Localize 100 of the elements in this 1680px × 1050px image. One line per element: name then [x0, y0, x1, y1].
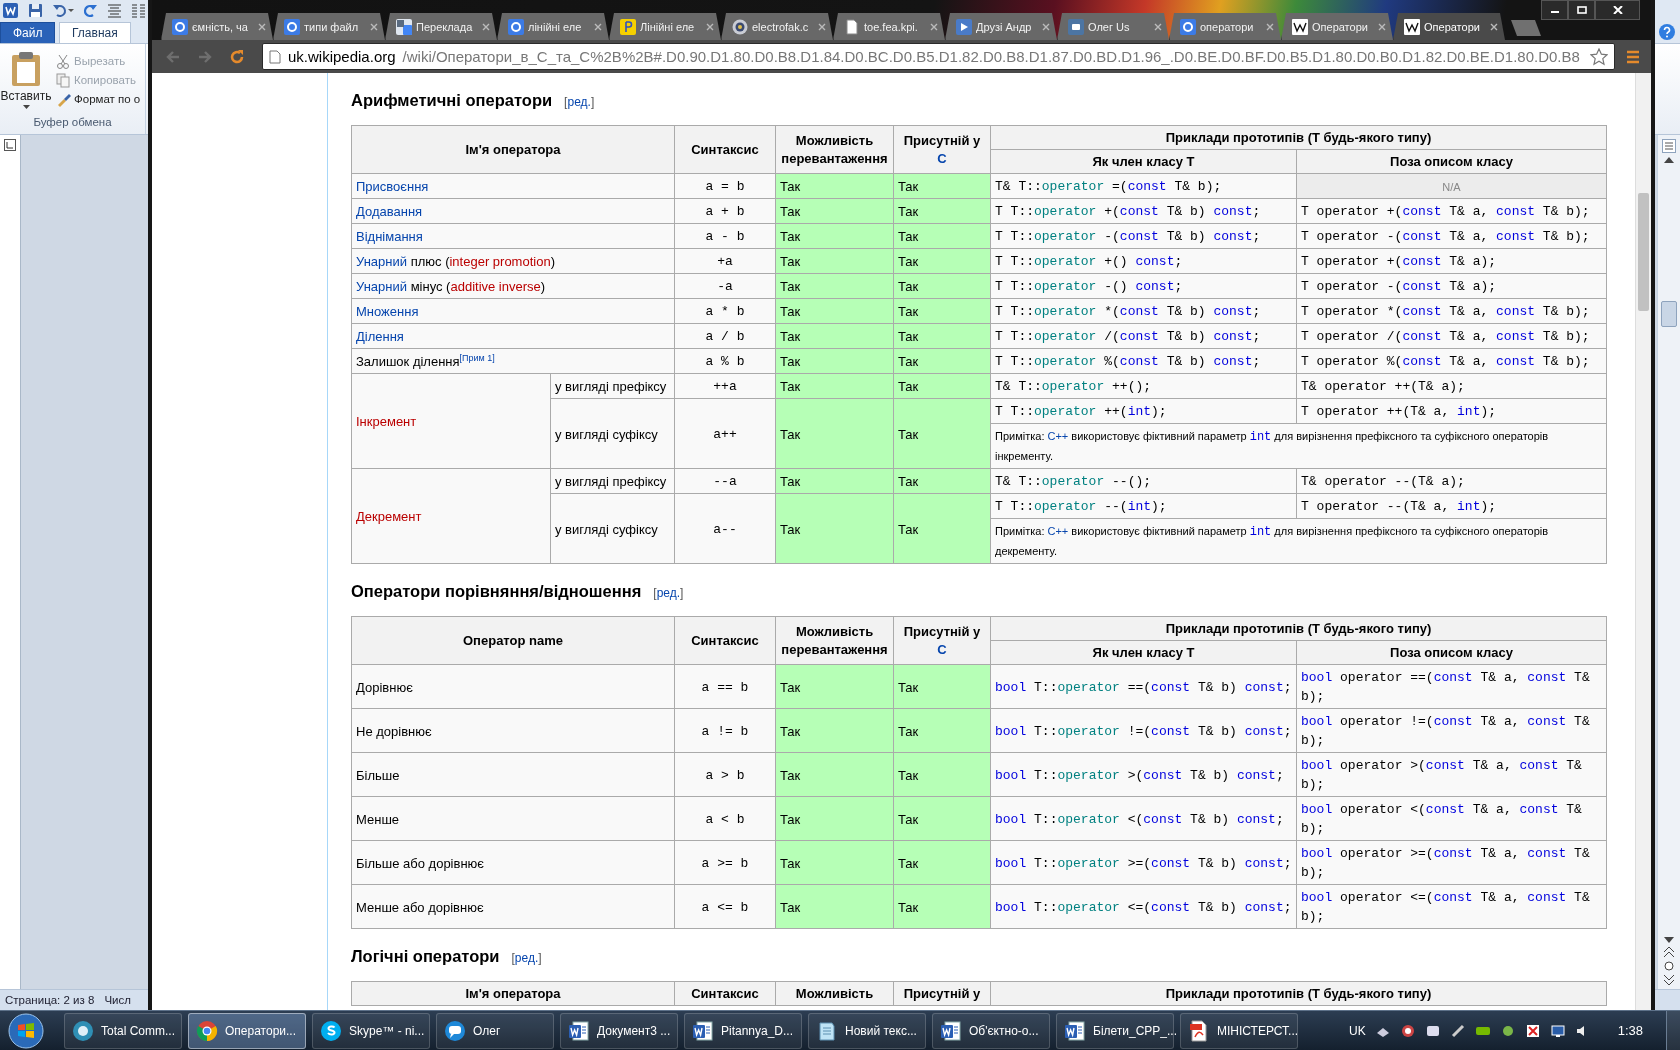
link[interactable]: Унарний — [356, 279, 408, 294]
column-header: Присутній у — [893, 981, 991, 1006]
table-cell: Так — [775, 348, 894, 374]
taskbar-button[interactable]: Новий текс... — [808, 1012, 926, 1049]
table-cell: --a — [674, 468, 776, 494]
favicon-icon — [1404, 18, 1420, 35]
close-icon[interactable] — [1378, 22, 1386, 31]
taskbar-button[interactable]: Total Comm... — [64, 1012, 182, 1049]
favicon-icon — [1068, 18, 1084, 35]
link[interactable]: C — [937, 642, 947, 657]
tray-icon[interactable] — [1449, 1022, 1466, 1039]
link[interactable]: C — [937, 151, 947, 166]
browser-tab[interactable]: Оператори — [1393, 13, 1505, 40]
help-icon[interactable] — [1658, 23, 1676, 41]
table-cell: T& T::operator --(); — [990, 468, 1297, 494]
previous-page-icon[interactable] — [1664, 947, 1674, 957]
next-page-icon[interactable] — [1664, 975, 1674, 985]
link[interactable]: C++ — [1047, 430, 1069, 442]
save-icon[interactable] — [28, 3, 43, 18]
link[interactable]: Декремент — [356, 509, 422, 524]
table-cell: bool operator <(const T& a, const T& b); — [1296, 796, 1607, 841]
table-cell: T operator /(const T& a, const T& b); — [1296, 323, 1607, 349]
taskbar-button[interactable]: Skype™ - ni... — [312, 1012, 430, 1049]
new-tab-button[interactable] — [1511, 20, 1541, 36]
maximize-button[interactable] — [1568, 0, 1595, 20]
close-icon[interactable] — [482, 22, 490, 31]
link[interactable]: Віднімання — [356, 229, 423, 244]
link[interactable]: Додавання — [356, 204, 423, 219]
star-icon[interactable] — [1590, 47, 1608, 66]
ribbon-button[interactable]: Формат по о — [56, 91, 145, 107]
close-icon[interactable] — [594, 22, 602, 31]
circle-icon[interactable] — [1664, 961, 1674, 971]
browser-tab[interactable]: Оператори — [1281, 13, 1393, 40]
table-cell: Так — [893, 840, 991, 885]
group-label: Буфер обмена — [32, 116, 113, 130]
link[interactable]: Унарний — [356, 254, 408, 269]
link[interactable]: ред. — [567, 95, 591, 109]
table-cell: T operator %(const T& a, const T& b); — [1296, 348, 1607, 374]
browser-tab[interactable]: ємність, ча — [161, 13, 273, 40]
scrollbar-thumb[interactable] — [1638, 193, 1649, 311]
down-arrow-icon[interactable] — [1664, 937, 1674, 943]
show-desktop-button[interactable] — [1666, 1011, 1680, 1050]
undo-icon[interactable] — [52, 3, 74, 18]
tray-icon[interactable] — [1524, 1022, 1541, 1039]
close-icon[interactable] — [370, 22, 378, 31]
minimize-button[interactable] — [1541, 0, 1568, 20]
close-icon[interactable] — [818, 22, 826, 31]
link[interactable]: additive inverse — [450, 279, 541, 294]
browser-tab[interactable]: типи файл — [273, 13, 385, 40]
footnote-link[interactable]: [Прим 1] — [459, 352, 495, 363]
address-field[interactable]: uk.wikipedia.org /wiki/Оператори_в_C_та_C%2B%2B#.D0.90.D1.80.D0.B8.D1.84.D0.BC.D0.B5.D1.82.D0.B8.D1.87.D0.BD.D1.96_.D0.BE.D0.BF.D0.B5.D1.80.D0.B0.D1.82.D0.BE.D1.80.D0.B8 — [262, 43, 1615, 70]
browser-tab[interactable]: electrofak.c — [721, 13, 833, 40]
taskbar-button[interactable]: Об'єктно-о... — [932, 1012, 1050, 1049]
taskbar-button[interactable]: Документ3 ... — [560, 1012, 678, 1049]
browser-tab[interactable]: оператори — [1169, 13, 1281, 40]
browser-tab[interactable]: Олег Us — [1057, 13, 1169, 40]
ribbon-tab[interactable]: Файл — [0, 22, 55, 43]
app-icon — [319, 1018, 343, 1043]
column-header: Ім'я оператора — [351, 981, 675, 1006]
ruler-toggle-icon[interactable] — [4, 139, 16, 151]
columns-icon[interactable] — [131, 3, 146, 18]
clock[interactable]: 1:38 — [1617, 1023, 1643, 1038]
taskbar-button[interactable]: Оператори... — [188, 1012, 306, 1049]
browser-tab[interactable]: Переклада — [385, 13, 497, 40]
browser-tab[interactable]: toe.fea.kpi. — [833, 13, 945, 40]
close-icon[interactable] — [930, 22, 938, 31]
close-icon[interactable] — [1490, 22, 1498, 31]
document-icon[interactable] — [2, 2, 19, 19]
link[interactable]: integer promotion — [449, 254, 551, 269]
up-arrow-icon[interactable] — [1664, 157, 1674, 163]
close-icon[interactable] — [1154, 22, 1162, 31]
note-text: Примітка: C++ використовує фіктивний параметр int для вирізнення префіксного та суфіксного операторів декременту. — [995, 525, 1549, 557]
table-cell: Так — [775, 223, 894, 249]
paste-button[interactable]: Вставить — [0, 44, 52, 116]
align-icon[interactable] — [107, 3, 122, 18]
browser-tab[interactable]: Друзі Андр — [945, 13, 1057, 40]
tray-icon[interactable] — [1549, 1022, 1566, 1039]
ribbon-tab[interactable]: Главная — [59, 22, 131, 43]
close-icon[interactable] — [1266, 22, 1274, 31]
close-icon[interactable] — [258, 22, 266, 31]
close-icon[interactable] — [1042, 22, 1050, 31]
browser-tab[interactable]: Лінійні еле — [609, 13, 721, 40]
page-icon — [269, 49, 281, 64]
taskbar-button[interactable]: Pitannya_D... — [684, 1012, 802, 1049]
menu-icon[interactable] — [1625, 48, 1641, 65]
link[interactable]: Ділення — [356, 329, 404, 344]
link[interactable]: Інкремент — [356, 414, 417, 429]
link[interactable]: C++ — [1047, 525, 1069, 537]
close-button[interactable] — [1595, 0, 1640, 20]
browser-tab[interactable]: лінійні еле — [497, 13, 609, 40]
taskbar-button[interactable]: Олег — [436, 1012, 554, 1049]
close-icon[interactable] — [706, 22, 714, 31]
taskbar-button[interactable]: Білети_CPP_... — [1056, 1012, 1174, 1049]
redo-icon[interactable] — [83, 3, 98, 18]
language-indicator[interactable]: UK — [1349, 1023, 1366, 1038]
link[interactable]: Множення — [356, 304, 419, 319]
scrollbar-thumb[interactable] — [1661, 301, 1677, 327]
taskbar-button[interactable]: МІНІСТЕРСТ... — [1180, 1012, 1298, 1049]
tray-icon[interactable] — [1399, 1022, 1416, 1039]
link[interactable]: Присвоєння — [356, 179, 429, 194]
